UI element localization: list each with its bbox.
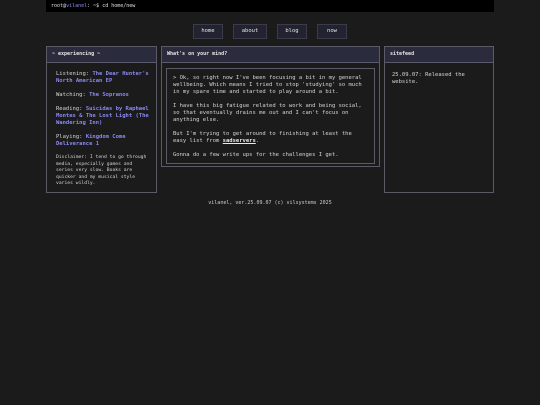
terminal-prompt-bar: root@vilanel: ~$ cd home/new	[46, 0, 494, 12]
sadservers-link[interactable]: sadservers	[223, 138, 256, 144]
footer-text: vilanel, ver.25.09.07 (c) vilsystems 202…	[208, 200, 332, 206]
sitefeed-panel: sitefeed 25.09.07: Released the website.	[384, 46, 494, 193]
disclaimer-text: Disclaimer: I tend to go through media, …	[56, 155, 147, 186]
mind-paragraph-3-text: But I'm trying to get around to finishin…	[173, 131, 352, 144]
mind-title: What's on your mind?	[162, 47, 379, 63]
mind-paragraph-2: I have this big fatigue related to work …	[173, 103, 362, 123]
nav-now-button[interactable]: now	[317, 24, 347, 39]
listening-entry: Listening: The Dear Hunter's North Ameri…	[56, 71, 151, 85]
watching-value: The Sopranos	[89, 92, 129, 98]
nav-blog-button[interactable]: blog	[277, 24, 307, 39]
mind-paragraph-4: Gonna do a few write ups for the challen…	[173, 152, 339, 158]
reading-entry: Reading: Suicidas by Raphael Montes & Th…	[56, 106, 151, 127]
prompt-host: vilanel	[66, 3, 88, 9]
experiencing-title: ~ experiencing ~	[47, 47, 156, 63]
mind-panel: What's on your mind? > Ok, so right now …	[161, 46, 380, 167]
nav-about-button[interactable]: about	[233, 24, 267, 39]
prompt-user: root	[51, 3, 64, 9]
playing-label: Playing:	[56, 134, 83, 140]
playing-entry: Playing: Kingdom Come Deliverance 1	[56, 134, 151, 148]
mind-paragraph-3: But I'm trying to get around to finishin…	[173, 131, 368, 145]
mind-body: > Ok, so right now I've been focusing a …	[166, 68, 375, 164]
listening-label: Listening:	[56, 71, 90, 77]
watching-label: Watching:	[56, 92, 86, 98]
reading-label: Reading:	[56, 106, 83, 112]
main-nav: home about blog now	[0, 24, 540, 39]
experiencing-body: Listening: The Dear Hunter's North Ameri…	[47, 63, 156, 188]
mind-paragraph-1: > Ok, so right now I've been focusing a …	[173, 75, 362, 95]
sitefeed-entry: 25.09.07: Released the website.	[392, 72, 465, 85]
prompt-command: : ~$ cd home/new	[87, 3, 136, 9]
nav-home-button[interactable]: home	[193, 24, 223, 39]
watching-entry: Watching: The Sopranos	[56, 92, 151, 99]
experiencing-panel: ~ experiencing ~ Listening: The Dear Hun…	[46, 46, 157, 193]
sitefeed-title: sitefeed	[385, 47, 493, 63]
mind-paragraph-3-end: .	[255, 138, 260, 144]
